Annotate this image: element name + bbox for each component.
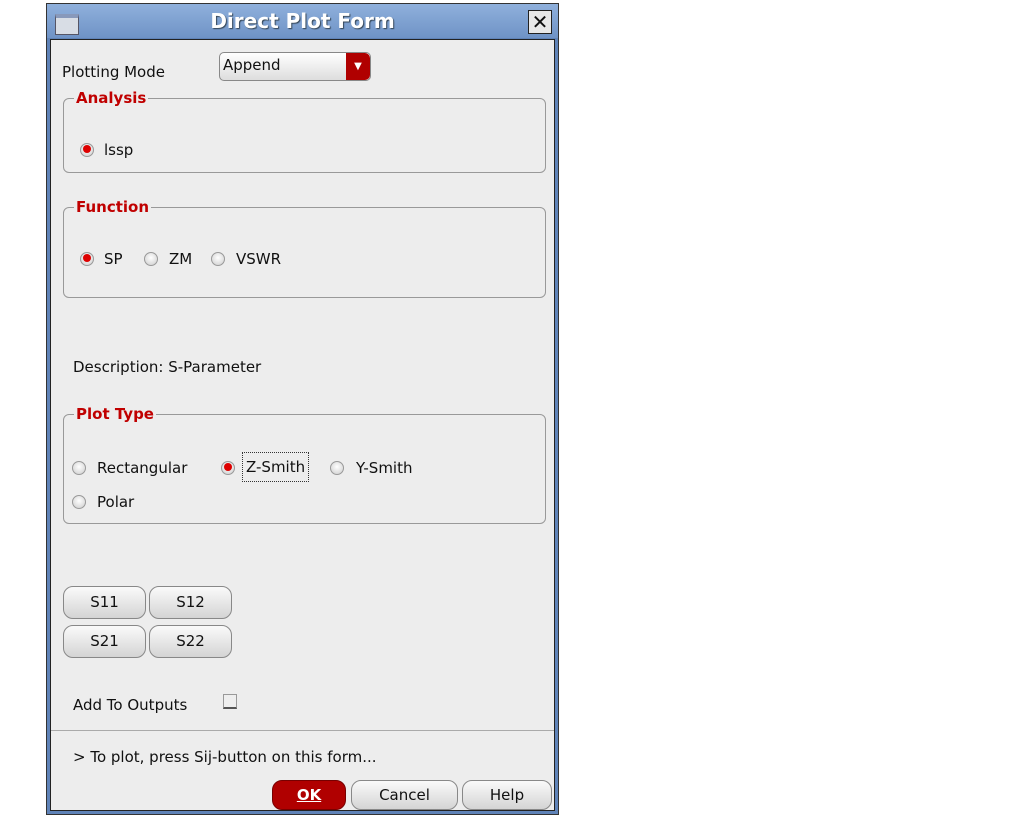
radio-rectangular-label: Rectangular — [97, 459, 188, 477]
function-group: Function SP ZM VSWR — [63, 198, 546, 298]
radio-zm-label: ZM — [169, 250, 193, 268]
function-title: Function — [74, 198, 152, 216]
radio-y-smith-label: Y-Smith — [356, 459, 413, 477]
divider — [51, 730, 554, 731]
radio-vswr[interactable] — [211, 252, 225, 266]
radio-y-smith[interactable] — [330, 461, 344, 475]
chevron-down-icon: ▼ — [346, 53, 370, 80]
radio-lssp-label: lssp — [104, 141, 134, 159]
radio-lssp[interactable] — [80, 143, 94, 157]
radio-polar-label: Polar — [97, 493, 135, 511]
description-text: Description: S-Parameter — [73, 358, 262, 376]
s12-button[interactable]: S12 — [149, 586, 232, 619]
add-to-outputs-label: Add To Outputs — [73, 696, 188, 714]
radio-vswr-label: VSWR — [236, 250, 282, 268]
radio-rectangular[interactable] — [72, 461, 86, 475]
plot-type-title: Plot Type — [74, 405, 156, 423]
plotting-mode-label: Plotting Mode — [62, 63, 165, 81]
window-title: Direct Plot Form — [210, 9, 395, 33]
plot-type-group: Plot Type Rectangular Z-Smith Y-Smith Po… — [63, 405, 546, 524]
radio-zm[interactable] — [144, 252, 158, 266]
plotting-mode-value: Append — [223, 56, 281, 74]
s22-button[interactable]: S22 — [149, 625, 232, 658]
form-body: Plotting Mode Append ▼ Analysis lssp Fun… — [50, 39, 555, 811]
direct-plot-form-window: Direct Plot Form ✕ Plotting Mode Append … — [46, 3, 559, 815]
radio-sp-label: SP — [104, 250, 123, 268]
title-bar[interactable]: Direct Plot Form ✕ — [47, 4, 558, 38]
analysis-title: Analysis — [74, 89, 149, 107]
ok-button[interactable]: OK — [272, 780, 346, 810]
analysis-group: Analysis lssp — [63, 89, 546, 173]
status-message: > To plot, press Sij-button on this form… — [73, 748, 377, 766]
help-button[interactable]: Help — [462, 780, 552, 810]
s21-button[interactable]: S21 — [63, 625, 146, 658]
radio-z-smith[interactable] — [221, 461, 235, 475]
radio-polar[interactable] — [72, 495, 86, 509]
s11-button[interactable]: S11 — [63, 586, 146, 619]
radio-sp[interactable] — [80, 252, 94, 266]
radio-z-smith-label: Z-Smith — [242, 452, 310, 482]
close-button[interactable]: ✕ — [528, 10, 552, 34]
add-to-outputs-checkbox[interactable] — [223, 694, 237, 709]
cancel-button[interactable]: Cancel — [351, 780, 458, 810]
plotting-mode-dropdown[interactable]: Append ▼ — [219, 52, 371, 81]
